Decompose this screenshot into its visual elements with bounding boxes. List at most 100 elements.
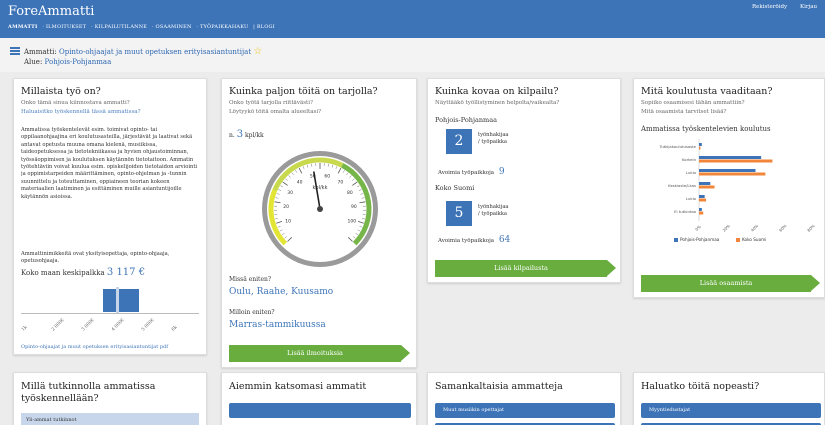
- profession-selector[interactable]: Ammatti: Opinto-ohjaajat ja muut opetuks…: [24, 46, 262, 57]
- similar-item[interactable]: Muut musiikin opettajat: [435, 403, 615, 418]
- job-gauge: 1020304050 60708090100 kpl/kk: [262, 151, 378, 267]
- country-open-count: 64: [498, 235, 511, 245]
- country-seekers: 5: [446, 201, 472, 226]
- open-jobs-count: 9: [498, 167, 505, 177]
- card-title: Aiemmin katsomasi ammatit: [229, 381, 367, 392]
- chart-bar: [699, 159, 773, 163]
- pdf-link[interactable]: Opinto-ohjaajat ja muut opetuksen erityi…: [21, 344, 168, 350]
- salary-tick: 6k: [171, 325, 179, 333]
- region-seekers: 2: [446, 129, 472, 154]
- where-label: Missä eniten?: [229, 276, 272, 283]
- count-unit: kpl/kk: [245, 132, 264, 139]
- card-work-description: Millaista työ on? Onko tämä sinua kiinno…: [13, 78, 207, 355]
- card-fast-jobs: Haluatko töitä nopeasti? Myyntiedustajat: [633, 372, 825, 425]
- chart-bar: [699, 211, 704, 215]
- job-count-row: n. 3 kpl/kk: [229, 129, 264, 140]
- nav-ammatti[interactable]: AMMATTI: [8, 24, 38, 30]
- more-ads-button[interactable]: Lisää ilmoituksia: [229, 345, 410, 362]
- gauge-tick-label: 70: [338, 179, 344, 185]
- chart-bar: [699, 208, 702, 211]
- chart-bar: [699, 169, 756, 172]
- chart-tick-label: 60%: [778, 223, 788, 233]
- register-link[interactable]: Rekisteröidy: [752, 4, 787, 10]
- card-title: Haluatko töitä nopeasti?: [641, 381, 760, 392]
- nav-tyopaikkahaku[interactable]: TYÖPAIKKAHAKU: [200, 24, 248, 30]
- card-competition: Kuinka kovaa on kilpailu? Näyttääkö työl…: [427, 78, 621, 283]
- chart-bar: [699, 156, 762, 159]
- chart-tick-label: 40%: [750, 223, 760, 233]
- gauge-tick-label: 30: [287, 190, 293, 196]
- gauge-tick-label: 20: [283, 204, 289, 210]
- brand-logo[interactable]: ForeAmmatti: [8, 4, 94, 19]
- salary-tick: 4 000€: [111, 317, 126, 333]
- chart-bar: [699, 182, 711, 185]
- nav-ilmoitukset[interactable]: ILMOITUKSET: [46, 24, 86, 30]
- card-similar: Samankaltaisia ammatteja Muut musiikin o…: [427, 372, 621, 425]
- chart-category-label: Tutkijakoulutusaste: [658, 144, 696, 149]
- chart-category-label: Lukio: [686, 170, 697, 175]
- area-selector[interactable]: Alue: Pohjois-Pohjanmaa: [24, 58, 111, 66]
- chart-bar: [699, 198, 707, 202]
- education-chart: Tutkijakoulutusaste Korkein Lukio Keskiaste…: [658, 139, 816, 242]
- count-prefix: n.: [229, 132, 235, 139]
- chart-bar: [699, 146, 701, 150]
- star-icon[interactable]: ☆: [253, 46, 262, 57]
- card-job-supply: Kuinka paljon töitä on tarjolla? Onko ty…: [221, 78, 417, 368]
- region-label: Pohjois-Pohjanmaa: [435, 116, 497, 124]
- chart-category-label: Korkein: [682, 157, 697, 162]
- card-subtitle: Onko työtä tarjolla riittävästi?: [229, 100, 313, 106]
- menu-icon[interactable]: [10, 47, 20, 55]
- gauge-tick-label: 60: [324, 173, 330, 179]
- gauge-tick-label: 100: [348, 218, 357, 224]
- card-subtitle: Sopiiko osaamisesi tähän ammattiin?: [641, 100, 745, 106]
- chart-bar: [699, 185, 715, 189]
- card-hint: Mitä osaamista tarvitset lisää?: [641, 109, 727, 115]
- fast-job-item[interactable]: Myyntiedustajat: [641, 403, 821, 418]
- profession-label: Ammatti:: [24, 48, 57, 56]
- salary-tick: 1k: [21, 325, 29, 333]
- chart-bar: [699, 195, 705, 198]
- more-competition-button[interactable]: Lisää kilpailusta: [435, 260, 616, 277]
- card-title: Kuinka paljon töitä on tarjolla?: [229, 86, 378, 97]
- description-text: Ammatissa työskentelevät esim. toimivat …: [21, 127, 198, 200]
- nav-blogi[interactable]: BLOGI: [257, 24, 275, 30]
- legend-swatch: [736, 238, 740, 242]
- nav-osaaminen[interactable]: OSAAMINEN: [156, 24, 192, 30]
- login-link[interactable]: Kirjau: [800, 4, 817, 10]
- more-skills-button[interactable]: Lisää osaamista: [641, 275, 820, 292]
- card-subtitle: Näyttääkö työllistyminen helpolta/vaikea…: [435, 100, 560, 106]
- area-link[interactable]: Pohjois-Pohjanmaa: [45, 58, 112, 66]
- gauge-tick-label: 40: [297, 179, 303, 185]
- titles-text: Ammattinimikkeitä ovat yksityisopettaja,…: [21, 251, 170, 265]
- gauge-hub: [317, 206, 323, 212]
- job-count: 3: [236, 129, 244, 140]
- degree-bar: Yli-ammat tutkinnot: [21, 413, 199, 425]
- chart-title: Ammatissa työskentelevien koulutus: [641, 125, 771, 133]
- when-label: Milloin eniten?: [229, 309, 275, 316]
- card-title: Millä tutkinnolla ammatissa työskennellä…: [21, 381, 156, 404]
- gauge-tick-label: 10: [285, 218, 291, 224]
- main-nav: AMMATTI · ILMOITUKSET · KILPAILUTILANNE …: [8, 24, 275, 30]
- salary-label: Koko maan keskipalkka: [21, 269, 105, 277]
- chart-tick-label: 20%: [721, 223, 731, 233]
- chart-bar: [699, 172, 766, 176]
- card-title: Mitä koulutusta vaaditaan?: [641, 86, 773, 97]
- gauge-tick-label: 90: [351, 204, 357, 210]
- country-open-row: Avoimia työpaikkoja 64: [438, 235, 510, 245]
- salary-tick: 3 000€: [81, 317, 96, 333]
- salary-value: 3 117 €: [106, 267, 146, 278]
- open-jobs-row: Avoimia työpaikkoja 9: [438, 167, 505, 177]
- history-item[interactable]: [229, 403, 411, 418]
- top-bar: ForeAmmatti AMMATTI · ILMOITUKSET · KILP…: [0, 0, 825, 38]
- where-value: Oulu, Raahe, Kuusamo: [229, 287, 334, 297]
- card-title: Millaista työ on?: [21, 86, 101, 97]
- salary-chart: [21, 287, 199, 314]
- nav-kilpailutilanne[interactable]: KILPAILUTILANNE: [95, 24, 147, 30]
- area-label: Alue:: [24, 58, 43, 66]
- gauge-tick-label: 80: [347, 190, 353, 196]
- seekers-label: työnhakijaa / työpaikka: [478, 204, 509, 218]
- chart-category-label: Keskiaste/Lkas: [668, 183, 696, 188]
- profession-link[interactable]: Opinto-ohjaajat ja muut opetuksen erityi…: [59, 48, 251, 56]
- country-label: Koko Suomi: [435, 184, 475, 192]
- chart-category-label: Ei tutkintoa: [674, 209, 696, 214]
